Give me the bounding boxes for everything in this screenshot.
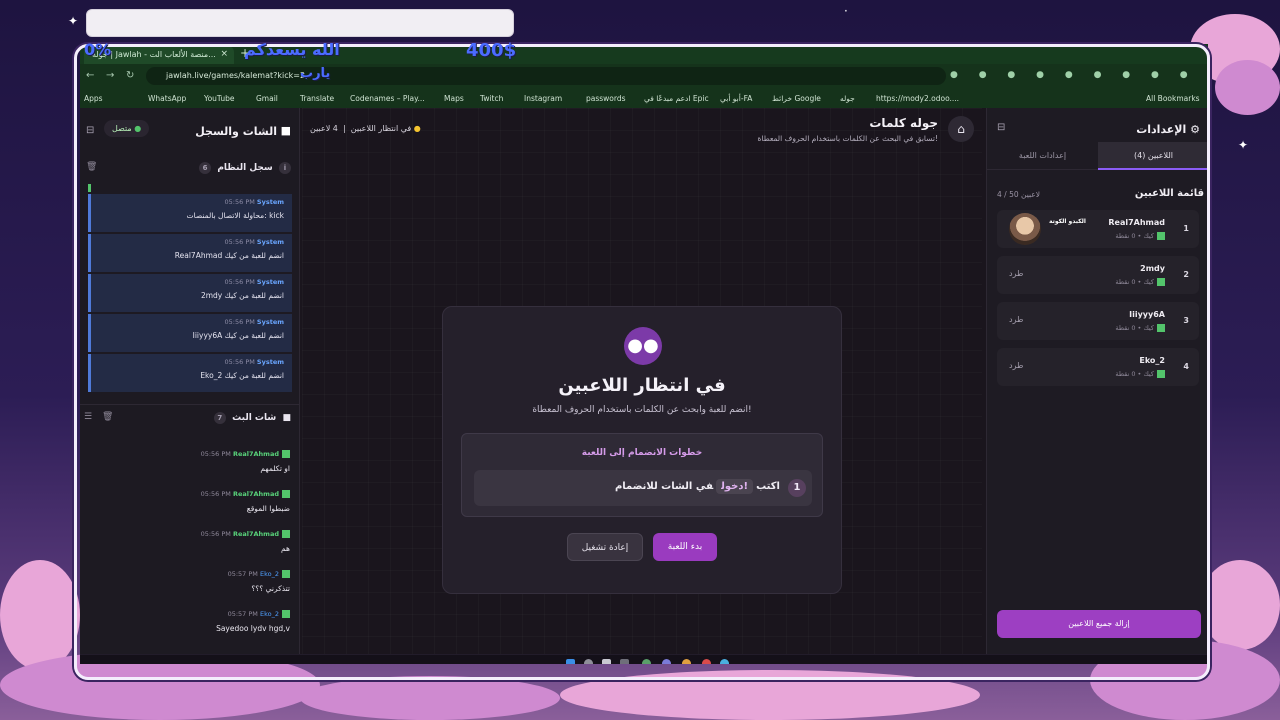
cloud-decoration [1215, 60, 1280, 115]
star-decoration: · [844, 4, 848, 18]
stream-overlay-bar [86, 9, 514, 37]
prayer-overlay: الله يسعدكم [244, 40, 340, 59]
money-overlay: 400$ [466, 40, 517, 61]
percent-overlay: 0% [84, 40, 112, 59]
star-decoration: ✦ [1238, 138, 1249, 152]
cloud-decoration [300, 676, 560, 720]
star-decoration: ✦ [68, 14, 79, 28]
prayer-overlay-2: يارب [300, 66, 331, 81]
cloud-decoration [0, 560, 80, 670]
stream-frame [74, 44, 1210, 680]
cloud-decoration [1200, 560, 1280, 650]
